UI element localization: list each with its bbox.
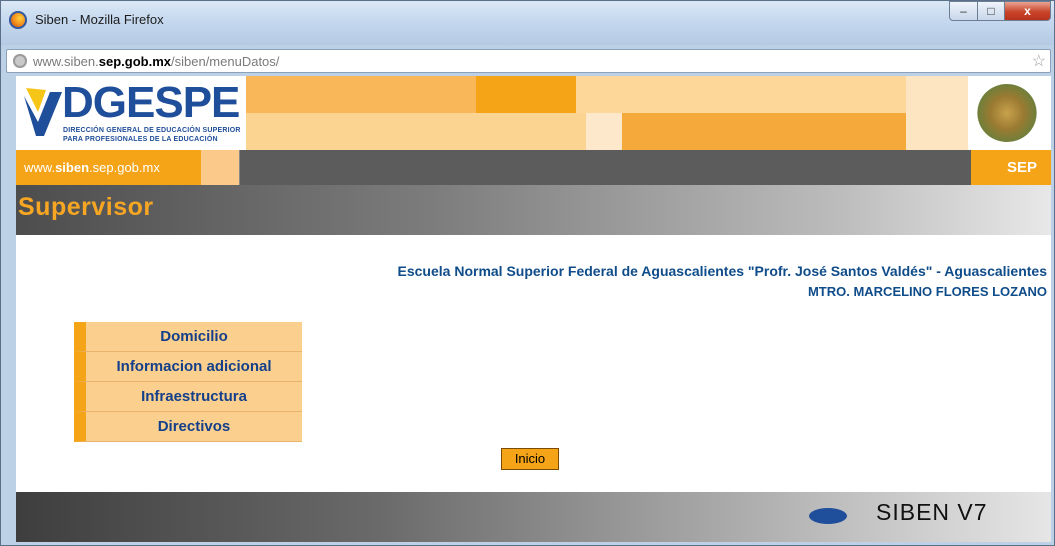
menu-item-directivos[interactable]: Directivos bbox=[74, 412, 302, 442]
bookmark-star-icon[interactable]: ☆ bbox=[1032, 51, 1046, 71]
footer-brand: SIBEN V7 bbox=[876, 499, 988, 525]
browser-window: Siben - Mozilla Firefox – □ x www.siben.… bbox=[0, 0, 1055, 546]
title-band: Supervisor bbox=[16, 185, 1051, 235]
header-block bbox=[906, 76, 968, 150]
nav-accent bbox=[201, 150, 239, 185]
mexico-seal bbox=[968, 76, 1051, 150]
firefox-icon bbox=[9, 11, 27, 29]
site-link-suffix: .sep.gob.mx bbox=[89, 160, 160, 175]
nav-bar: www.siben.sep.gob.mx SEP bbox=[16, 150, 1051, 185]
eagle-seal-icon bbox=[977, 84, 1037, 142]
logo-subtitle-2: PARA PROFESIONALES DE LA EDUCACIÓN bbox=[63, 136, 218, 143]
window-title: Siben - Mozilla Firefox bbox=[35, 12, 164, 27]
menu-item-infraestructura[interactable]: Infraestructura bbox=[74, 382, 302, 412]
minimize-button[interactable]: – bbox=[949, 1, 978, 21]
inicio-button[interactable]: Inicio bbox=[501, 448, 559, 470]
maximize-button[interactable]: □ bbox=[977, 1, 1005, 21]
site-header: DGESPE DIRECCIÓN GENERAL DE EDUCACIÓN SU… bbox=[16, 76, 1051, 150]
header-block bbox=[246, 76, 476, 113]
school-name: Escuela Normal Superior Federal de Aguas… bbox=[397, 263, 1047, 279]
siben-logo-icon bbox=[809, 508, 847, 524]
header-block bbox=[476, 76, 576, 113]
header-block bbox=[586, 113, 622, 150]
footer: SIBEN V7 bbox=[16, 492, 1051, 542]
url-text[interactable]: www.siben.sep.gob.mx/siben/menuDatos/ bbox=[33, 54, 279, 69]
header-block bbox=[576, 76, 906, 113]
dgespe-logo-icon bbox=[24, 88, 62, 136]
menu-item-domicilio[interactable]: Domicilio bbox=[74, 322, 302, 352]
address-bar[interactable]: www.siben.sep.gob.mx/siben/menuDatos/ ☆ bbox=[6, 49, 1051, 73]
header-block bbox=[622, 113, 906, 150]
url-prefix: www.siben. bbox=[33, 54, 99, 69]
site-link-bold: siben bbox=[55, 160, 90, 175]
dgespe-logo[interactable]: DGESPE DIRECCIÓN GENERAL DE EDUCACIÓN SU… bbox=[16, 76, 246, 150]
page-content: DGESPE DIRECCIÓN GENERAL DE EDUCACIÓN SU… bbox=[16, 76, 1051, 542]
site-identity-icon[interactable] bbox=[13, 54, 27, 68]
url-domain: sep.gob.mx bbox=[98, 54, 171, 69]
site-link[interactable]: www.siben.sep.gob.mx bbox=[16, 150, 201, 185]
site-link-prefix: www. bbox=[24, 160, 56, 175]
logo-subtitle-1: DIRECCIÓN GENERAL DE EDUCACIÓN SUPERIOR bbox=[63, 127, 241, 134]
title-bar: Siben - Mozilla Firefox – □ x bbox=[1, 1, 1054, 45]
sep-badge: SEP bbox=[971, 150, 1051, 185]
url-path: /siben/menuDatos/ bbox=[171, 54, 280, 69]
supervisor-name: MTRO. MARCELINO FLORES LOZANO bbox=[807, 284, 1047, 299]
logo-wordmark: DGESPE bbox=[62, 78, 240, 127]
close-button[interactable]: x bbox=[1004, 1, 1051, 21]
nav-divider bbox=[239, 150, 240, 185]
side-menu: Domicilio Informacion adicional Infraest… bbox=[74, 322, 302, 442]
header-block bbox=[246, 113, 586, 150]
page-title: Supervisor bbox=[18, 193, 154, 221]
menu-item-informacion-adicional[interactable]: Informacion adicional bbox=[74, 352, 302, 382]
